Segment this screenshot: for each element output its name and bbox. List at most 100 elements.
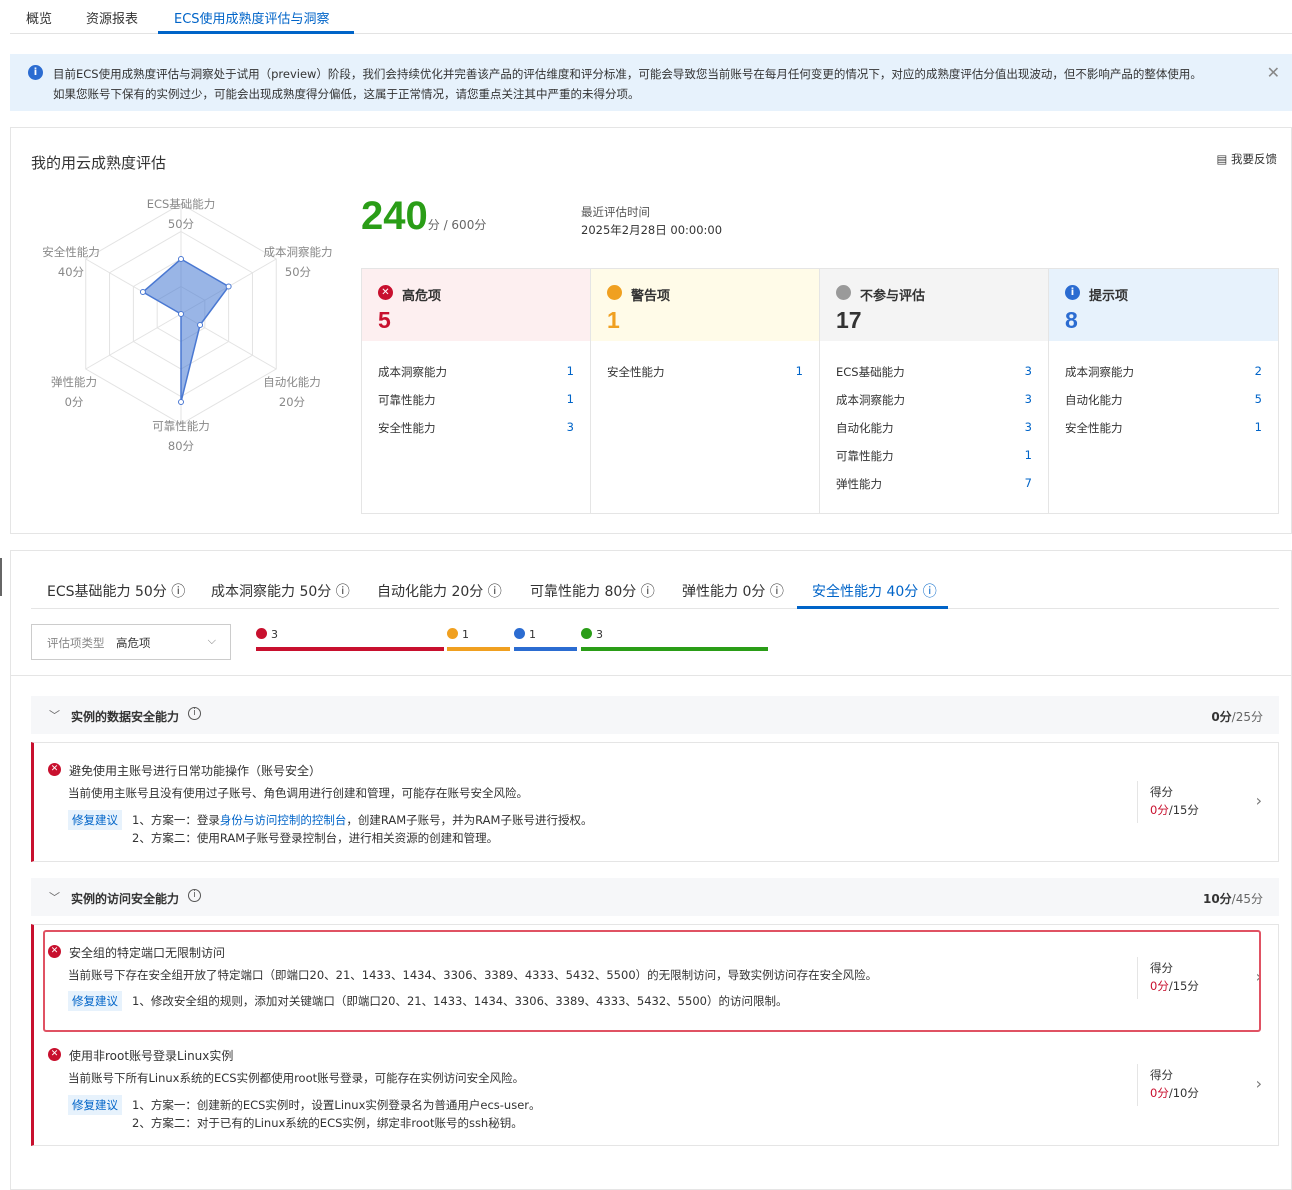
radar-axis-label: ECS基础能力 50分 — [131, 194, 231, 234]
category-row: 成本洞察能力 2 — [1049, 357, 1278, 385]
category-column-excluded: 不参与评估 17 ECS基础能力 3 成本洞察能力 3 自动化能力 3 可靠性能力 1 弹性能力 7 — [820, 269, 1049, 513]
score-label: 得分 — [1150, 1068, 1173, 1082]
item-score-total: /10分 — [1168, 1086, 1199, 1100]
capability-count-link[interactable]: 1 — [1025, 448, 1032, 462]
category-row: 安全性能力 3 — [362, 413, 590, 441]
capability-count-link[interactable]: 3 — [1025, 364, 1032, 378]
check-item[interactable]: ✕ 避免使用主账号进行日常功能操作（账号安全） 当前使用主账号且没有使用过子账号… — [31, 742, 1279, 862]
feedback-label: 我要反馈 — [1231, 152, 1277, 166]
check-circle-icon — [581, 628, 592, 639]
chevron-down-icon: ⌵ — [207, 634, 216, 647]
warning-circle-icon — [447, 628, 458, 639]
tab-cost-insight[interactable]: 成本洞察能力 50分 ⓘ — [211, 581, 350, 601]
category-count: 1 — [607, 307, 620, 333]
radar-axis-label: 安全性能力 40分 — [21, 242, 121, 282]
chevron-right-icon[interactable]: › — [1256, 791, 1262, 810]
item-score-value: 0分 — [1150, 803, 1169, 817]
radar-label-name: 可靠性能力 — [152, 419, 210, 433]
radar-label-score: 50分 — [284, 265, 312, 279]
radar-label-name: 成本洞察能力 — [263, 245, 333, 259]
eval-type-select[interactable]: 评估项类型 高危项 ⌵ — [31, 624, 231, 660]
category-column-critical: ✕ 高危项 5 成本洞察能力 1 可靠性能力 1 安全性能力 3 — [362, 269, 591, 513]
category-row: 成本洞察能力 1 — [362, 357, 590, 385]
radar-label-score: 40分 — [57, 265, 85, 279]
capability-count-link[interactable]: 1 — [567, 364, 574, 378]
info-icon[interactable]: i — [188, 889, 201, 902]
feedback-icon: ▤ — [1216, 152, 1231, 166]
x-circle-icon: ✕ — [48, 1048, 61, 1061]
radar-point — [139, 289, 146, 295]
eval-time-label: 最近评估时间 — [581, 205, 650, 219]
fix-step-2: 2、方案二：对于已有的Linux系统的ECS实例，绑定非root账号的ssh秘钥… — [132, 1116, 523, 1130]
category-label: 警告项 — [631, 289, 671, 304]
info-icon[interactable]: i — [188, 707, 201, 720]
capability-count-link[interactable]: 7 — [1025, 476, 1032, 490]
check-item[interactable]: ✕ 使用非root账号登录Linux实例 当前账号下所有Linux系统的ECS实… — [34, 1028, 1278, 1144]
section-score-value: 10分 — [1202, 892, 1232, 906]
capability-count-link[interactable]: 1 — [796, 364, 803, 378]
radar-axis-label: 弹性能力 0分 — [24, 372, 124, 412]
radar-point — [197, 322, 204, 328]
tab-reliability[interactable]: 可靠性能力 80分 ⓘ — [530, 581, 655, 601]
ram-console-link[interactable]: 身份与访问控制的控制台 — [220, 813, 347, 827]
tab-resource-report[interactable]: 资源报表 — [86, 8, 138, 27]
tab-label: 安全性能力 40分 — [812, 584, 919, 600]
category-header: 警告项 1 — [591, 269, 819, 341]
bar-count: 1 — [529, 628, 536, 641]
tab-overview[interactable]: 概览 — [26, 8, 52, 27]
section-data-security[interactable]: ﹀ 实例的数据安全能力 i 0分/25分 — [31, 696, 1279, 734]
info-icon: ⓘ — [171, 584, 186, 600]
capability-count-link[interactable]: 2 — [1255, 364, 1262, 378]
radar-point — [178, 311, 184, 317]
tab-automation[interactable]: 自动化能力 20分 ⓘ — [377, 581, 502, 601]
category-column-warning: 警告项 1 安全性能力 1 — [591, 269, 820, 513]
fix-suggestion-label: 修复建议 — [68, 810, 122, 830]
item-score: 0分/15分 — [1150, 802, 1199, 818]
tab-ecs-basic[interactable]: ECS基础能力 50分 ⓘ — [47, 581, 185, 601]
fix-text: ，创建RAM子账号，并为RAM子账号进行授权。 — [346, 813, 593, 827]
capability-count-link[interactable]: 3 — [1025, 392, 1032, 406]
total-score-unit: 分 / 600分 — [427, 218, 487, 232]
divider — [1137, 781, 1138, 823]
bar-count-passed[interactable]: 3 — [581, 628, 603, 641]
bar-count: 3 — [596, 628, 603, 641]
fix-text: 1、方案一：登录 — [132, 813, 220, 827]
active-tab-indicator — [797, 606, 948, 609]
notice-line-2: 如果您账号下保有的实例过少，可能会出现成熟度得分偏低，这属于正常情况，请您重点关… — [53, 87, 640, 101]
chevron-down-icon: ﹀ — [49, 709, 60, 722]
section-access-security[interactable]: ﹀ 实例的访问安全能力 i 10分/45分 — [31, 878, 1279, 916]
tab-elasticity[interactable]: 弹性能力 0分 ⓘ — [682, 581, 784, 601]
chevron-right-icon[interactable]: › — [1256, 1074, 1262, 1093]
top-tab-bar: 概览 资源报表 ECS使用成熟度评估与洞察 — [10, 0, 1292, 34]
item-score-value: 0分 — [1150, 1086, 1169, 1100]
notice-line-1: 目前ECS使用成熟度评估与洞察处于试用（preview）阶段，我们会持续优化并完… — [53, 67, 1202, 81]
close-icon[interactable]: ✕ — [1267, 63, 1280, 82]
info-circle-icon: i — [1065, 285, 1080, 300]
fix-step-1: 1、方案一：创建新的ECS实例时，设置Linux实例登录名为普通用户ecs-us… — [132, 1098, 541, 1112]
bar-count: 1 — [462, 628, 469, 641]
section-score-total: /25分 — [1231, 710, 1263, 724]
capability-count-link[interactable]: 3 — [567, 420, 574, 434]
capability-count-link[interactable]: 1 — [567, 392, 574, 406]
bar-count-tip[interactable]: 1 — [514, 628, 536, 641]
capability-count-link[interactable]: 3 — [1025, 420, 1032, 434]
bar-count-warning[interactable]: 1 — [447, 628, 469, 641]
item-score-total: /15分 — [1168, 803, 1199, 817]
radar-label-score: 20分 — [278, 395, 306, 409]
radar-score-area — [141, 258, 230, 403]
capability-name: 成本洞察能力 — [836, 393, 905, 407]
tab-security[interactable]: 安全性能力 40分 ⓘ — [812, 581, 937, 601]
capability-name: 可靠性能力 — [836, 449, 894, 463]
category-label: 高危项 — [402, 289, 442, 304]
feedback-link[interactable]: ▤ 我要反馈 — [1216, 151, 1277, 167]
tab-ecs-maturity[interactable]: ECS使用成熟度评估与洞察 — [174, 8, 330, 27]
capability-count-link[interactable]: 1 — [1255, 420, 1262, 434]
capability-count-link[interactable]: 5 — [1255, 392, 1262, 406]
capability-name: 可靠性能力 — [378, 393, 436, 407]
info-icon: ⓘ — [769, 584, 784, 600]
category-row: 成本洞察能力 3 — [820, 385, 1048, 413]
bar-count-critical[interactable]: 3 — [256, 628, 278, 641]
radar-label-name: ECS基础能力 — [146, 197, 216, 211]
fix-step-2: 2、方案二：使用RAM子账号登录控制台，进行相关资源的创建和管理。 — [132, 831, 499, 845]
category-label: 不参与评估 — [860, 289, 926, 304]
